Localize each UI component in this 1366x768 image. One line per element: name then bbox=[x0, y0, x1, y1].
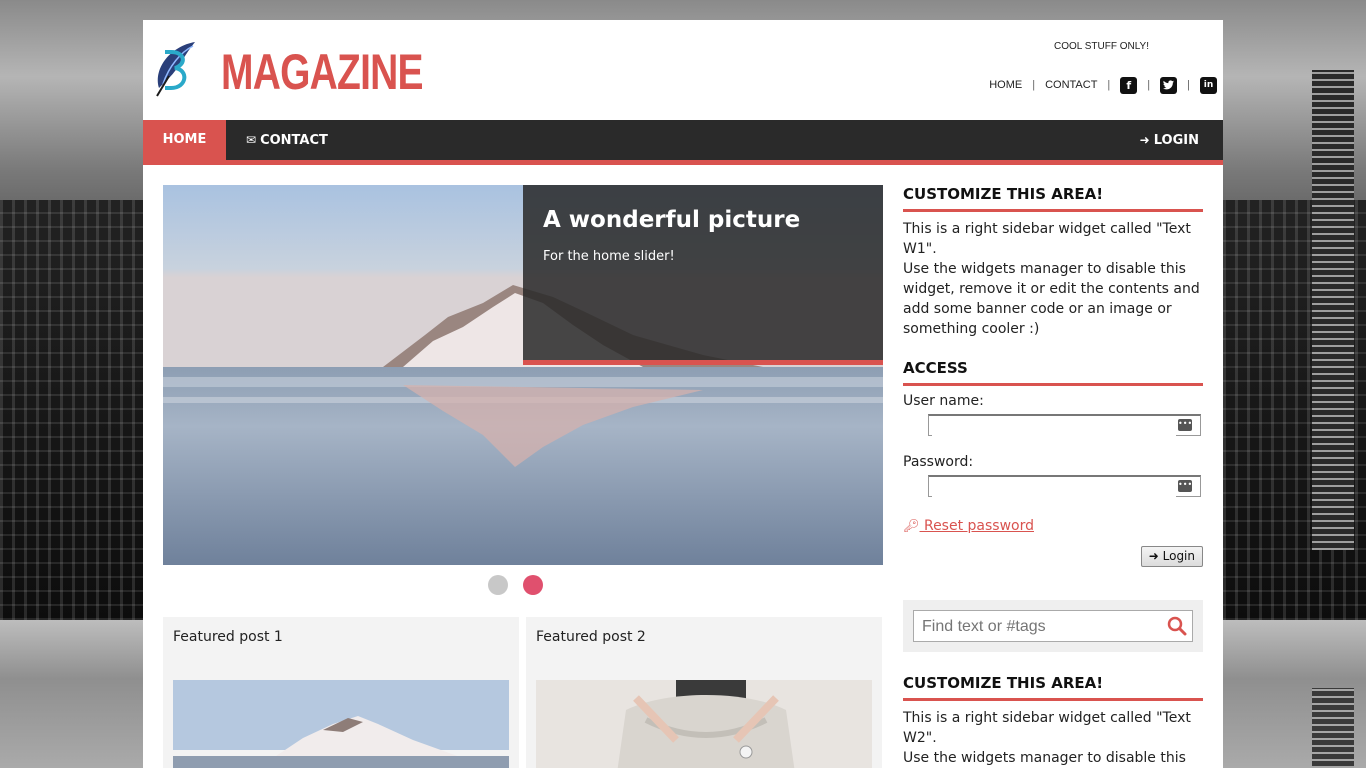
separator: | bbox=[1032, 79, 1036, 91]
search-field[interactable] bbox=[913, 610, 1193, 642]
password-input[interactable] bbox=[932, 478, 1176, 498]
home-slider[interactable]: A wonderful picture For the home slider! bbox=[163, 185, 883, 565]
slide-subtitle: For the home slider! bbox=[543, 249, 675, 264]
search-widget bbox=[903, 600, 1203, 652]
login-button[interactable]: ➜ Login bbox=[1140, 546, 1203, 567]
featured-post-image[interactable] bbox=[173, 680, 509, 768]
top-link-home[interactable]: HOME bbox=[989, 79, 1022, 91]
background-city-left bbox=[0, 200, 143, 620]
key-icon: 🔑︎ bbox=[903, 519, 920, 534]
logo-icon[interactable] bbox=[149, 38, 201, 100]
top-links: HOME | CONTACT | f | | in bbox=[989, 76, 1217, 94]
widget-text: This is a right sidebar widget called "T… bbox=[903, 219, 1203, 339]
logo-text[interactable]: MAGAZINE bbox=[221, 42, 424, 102]
background-tower bbox=[1312, 70, 1354, 550]
widget-title: CUSTOMIZE THIS AREA! bbox=[903, 674, 1203, 701]
nav-contact-label: CONTACT bbox=[260, 133, 328, 148]
widget-text-line: This is a right sidebar widget called "T… bbox=[903, 710, 1191, 746]
featured-post-2[interactable]: Featured post 2 bbox=[526, 617, 882, 768]
autofill-icon[interactable]: ••• bbox=[1178, 480, 1192, 492]
slide-title: A wonderful picture bbox=[543, 207, 801, 233]
widget-text-line: Use the widgets manager to disable this bbox=[903, 750, 1186, 766]
username-label: User name: bbox=[903, 393, 984, 409]
access-title: ACCESS bbox=[903, 359, 1203, 386]
separator: | bbox=[1107, 79, 1111, 91]
linkedin-icon[interactable]: in bbox=[1200, 76, 1217, 94]
sign-in-icon: ➜ bbox=[1139, 133, 1150, 147]
nav-home[interactable]: HOME bbox=[143, 120, 226, 160]
slide-caption: A wonderful picture For the home slider! bbox=[523, 185, 883, 365]
nav-login-label: LOGIN bbox=[1153, 133, 1199, 148]
slider-dot-2[interactable] bbox=[523, 575, 543, 595]
autofill-icon[interactable]: ••• bbox=[1178, 419, 1192, 431]
right-sidebar: CUSTOMIZE THIS AREA! This is a right sid… bbox=[903, 185, 1203, 568]
username-input[interactable] bbox=[932, 417, 1176, 437]
widget-text: This is a right sidebar widget called "T… bbox=[903, 708, 1203, 768]
separator: | bbox=[1187, 79, 1190, 91]
twitter-icon[interactable] bbox=[1160, 76, 1178, 94]
slider-dots bbox=[488, 575, 543, 595]
featured-post-title[interactable]: Featured post 2 bbox=[536, 629, 646, 645]
reset-password-link[interactable]: Reset password bbox=[920, 518, 1034, 534]
widget-text-line: This is a right sidebar widget called "T… bbox=[903, 221, 1191, 257]
separator: | bbox=[1147, 79, 1151, 91]
featured-post-image[interactable] bbox=[536, 680, 872, 768]
password-label: Password: bbox=[903, 454, 974, 470]
facebook-icon[interactable]: f bbox=[1120, 76, 1138, 94]
widget-text-line: Use the widgets manager to disable this … bbox=[903, 261, 1200, 337]
sign-in-icon: ➜ bbox=[1148, 549, 1163, 563]
login-button-label: Login bbox=[1162, 549, 1195, 563]
password-field[interactable]: ••• bbox=[928, 475, 1201, 498]
reset-password-row: 🔑︎ Reset password bbox=[903, 515, 1203, 534]
slider-dot-1[interactable] bbox=[488, 575, 508, 595]
site-header: MAGAZINE COOL STUFF ONLY! HOME | CONTACT… bbox=[143, 20, 1223, 120]
tagline: COOL STUFF ONLY! bbox=[1054, 41, 1150, 52]
main-nav: HOME ✉ CONTACT ➜ LOGIN bbox=[143, 120, 1223, 165]
search-icon[interactable] bbox=[1167, 616, 1187, 636]
username-field[interactable]: ••• bbox=[928, 414, 1201, 437]
top-link-contact[interactable]: CONTACT bbox=[1045, 79, 1097, 91]
featured-post-title[interactable]: Featured post 1 bbox=[173, 629, 283, 645]
nav-login[interactable]: ➜ LOGIN bbox=[1140, 120, 1199, 160]
right-sidebar-lower: CUSTOMIZE THIS AREA! This is a right sid… bbox=[903, 674, 1203, 768]
featured-post-1[interactable]: Featured post 1 bbox=[163, 617, 519, 768]
envelope-icon: ✉ bbox=[246, 133, 257, 147]
login-row: ➜ Login bbox=[903, 546, 1203, 568]
page-container: MAGAZINE COOL STUFF ONLY! HOME | CONTACT… bbox=[143, 20, 1223, 768]
search-input[interactable] bbox=[920, 612, 1164, 642]
nav-contact[interactable]: ✉ CONTACT bbox=[246, 120, 328, 160]
background-tower-bottom bbox=[1312, 688, 1354, 768]
widget-title: CUSTOMIZE THIS AREA! bbox=[903, 185, 1203, 212]
